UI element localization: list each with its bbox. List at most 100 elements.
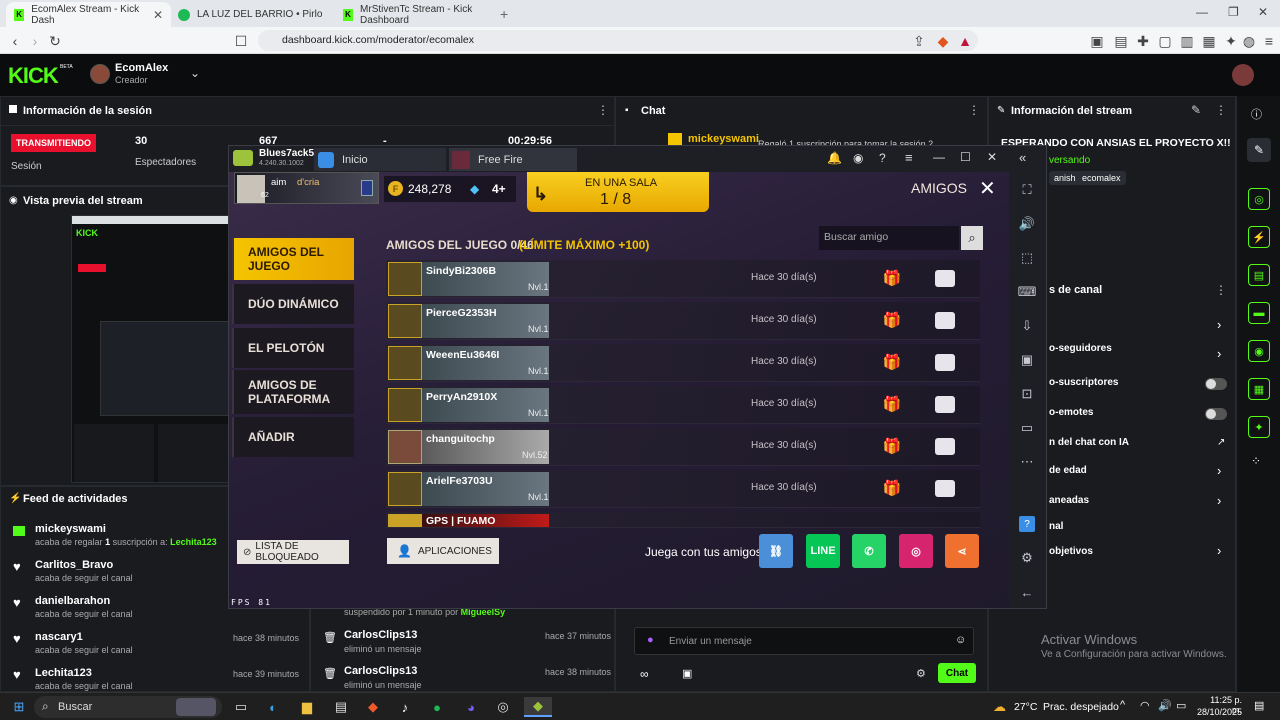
feed-user[interactable]: mickeyswami — [35, 523, 106, 535]
toggle-emotes[interactable] — [1205, 408, 1227, 420]
share-icon[interactable]: ⋖ — [945, 534, 979, 568]
more-icon[interactable]: ⋯ — [1017, 452, 1037, 472]
more-options-icon[interactable]: ⋮ — [597, 103, 609, 117]
log-user[interactable]: CarlosClips13 — [344, 665, 417, 677]
screenshot-icon[interactable]: ⊡ — [1017, 384, 1037, 404]
puzzle-icon[interactable]: ✚ — [1134, 32, 1152, 50]
collapse-sidebar-icon[interactable]: « — [1019, 150, 1026, 165]
install-apk-icon[interactable]: ⇩ — [1017, 316, 1037, 336]
battery-icon[interactable]: ▭ — [1176, 699, 1186, 712]
blocked-list-button[interactable]: ⊘ LISTA DE BLOQUEADO — [237, 540, 349, 564]
stream-preview-video[interactable]: KICK — [71, 215, 232, 483]
close-icon[interactable]: ✕ — [987, 150, 997, 164]
more-options-icon[interactable]: ⋮ — [968, 103, 980, 117]
layout-icon[interactable]: ▦ — [1248, 378, 1270, 400]
chat-bubble-icon[interactable]: ▬ — [1248, 302, 1270, 324]
external-link-icon[interactable]: ↗ — [1217, 437, 1225, 448]
restore-icon[interactable]: ❐ — [1228, 5, 1239, 19]
notification-icon[interactable]: ▤ — [1254, 699, 1264, 712]
mic-icon[interactable]: ● — [647, 634, 654, 646]
friend-row[interactable]: WeeenEu3646I Nvl.1 Hace 30 día(s) 🎁 — [386, 344, 980, 382]
help-icon[interactable]: ? — [879, 151, 886, 165]
wifi-icon[interactable]: ◠ — [1140, 699, 1150, 712]
avatar[interactable] — [90, 64, 110, 84]
account-icon[interactable]: ◉ — [853, 151, 863, 165]
menu-add[interactable]: AÑADIR — [232, 417, 354, 457]
log-user[interactable]: CarlosClips13 — [344, 629, 417, 641]
taskbar-search[interactable]: ⌕ Buscar — [34, 696, 222, 718]
friend-row[interactable]: changuitochp Nvl.52 Hace 30 día(s) 🎁 — [386, 428, 980, 466]
chevron-right-icon[interactable]: › — [1217, 543, 1221, 558]
edge-icon[interactable]: ◐ — [262, 697, 284, 717]
broadcast-icon[interactable]: ◉ — [1248, 340, 1270, 362]
close-icon[interactable]: ✕ — [979, 176, 996, 201]
edit-tool-icon[interactable]: ✎ — [1247, 138, 1271, 162]
gift-icon[interactable]: 🎁 — [883, 353, 902, 371]
chat-icon[interactable] — [935, 270, 955, 287]
forward-icon[interactable]: › — [26, 32, 44, 50]
file-explorer-icon[interactable]: ▆ — [296, 697, 318, 717]
pointer-icon[interactable]: ⬚ — [1017, 248, 1037, 268]
bolt-icon[interactable]: ⚡ — [1248, 226, 1270, 248]
friend-row[interactable]: SindyBi2306B Nvl.1 Hace 30 día(s) 🎁 — [386, 260, 980, 298]
volume-icon[interactable]: 🔊 — [1158, 699, 1172, 712]
fullscreen-icon[interactable]: ⛶ — [1017, 180, 1037, 200]
kick-logo[interactable]: KICK — [8, 63, 59, 89]
extension-icon[interactable]: ▣ — [1088, 32, 1106, 50]
bluestacks-icon[interactable]: ◆ — [524, 697, 552, 717]
feed-user[interactable]: Carlitos_Bravo — [35, 559, 113, 571]
back-icon[interactable]: ‹ — [6, 32, 24, 50]
chat-user[interactable]: mickeyswami — [688, 133, 759, 145]
record-icon[interactable]: ▭ — [1017, 418, 1037, 438]
gift-icon[interactable]: 🎁 — [883, 311, 902, 329]
instagram-share-icon[interactable]: ◎ — [899, 534, 933, 568]
more-options-icon[interactable]: ⋮ — [1215, 283, 1227, 297]
discord-icon[interactable]: ◕ — [460, 697, 482, 717]
url-field[interactable]: dashboard.kick.com/moderator/ecomalex — [258, 30, 978, 51]
emoji-icon[interactable]: ☺ — [955, 634, 966, 646]
gift-icon[interactable]: 🎁 — [883, 479, 902, 497]
profile-banner[interactable]: 62 aim d'cria — [234, 172, 379, 204]
chevron-right-icon[interactable]: › — [1217, 346, 1221, 361]
more-options-icon[interactable]: ⋮ — [1215, 103, 1227, 117]
tab-inicio[interactable]: Inicio — [314, 148, 446, 171]
tab-ecomalex[interactable]: K EcomAlex Stream - Kick Dash ✕ — [6, 2, 171, 27]
chat-input[interactable]: ● Enviar un mensaje ☺ — [634, 627, 974, 655]
gift-icon[interactable]: 🎁 — [883, 269, 902, 287]
store-icon[interactable]: ▣ — [682, 667, 692, 680]
tiktok-icon[interactable]: ♪ — [394, 697, 416, 717]
volume-icon[interactable]: 🔊 — [1017, 214, 1037, 234]
clock-date[interactable]: 28/10/2025 — [1192, 707, 1242, 717]
whatsapp-share-icon[interactable]: ✆ — [852, 534, 886, 568]
edit-icon[interactable]: ✎ — [1191, 103, 1201, 117]
folder-icon[interactable]: ▣ — [1017, 350, 1037, 370]
extension-icon[interactable]: ▤ — [1112, 32, 1130, 50]
apps-button[interactable]: 👤 APLICACIONES — [387, 538, 499, 564]
task-view-icon[interactable]: ▭ — [230, 697, 252, 717]
room-status-button[interactable]: ↳ EN UNA SALA 1 / 8 — [527, 172, 709, 212]
infinity-icon[interactable]: ∞ — [640, 667, 649, 681]
chat-icon[interactable] — [935, 480, 955, 497]
chat-icon[interactable] — [935, 312, 955, 329]
menu-duo[interactable]: DÚO DINÁMICO — [232, 284, 354, 324]
gift-icon[interactable]: 🎁 — [883, 395, 902, 413]
close-window-icon[interactable]: ✕ — [1258, 5, 1268, 19]
menu-icon[interactable]: ≡ — [905, 150, 913, 165]
brave-rewards-icon[interactable]: ▲ — [956, 32, 974, 50]
windows-start-icon[interactable]: ⊞ — [8, 697, 30, 717]
chevron-up-icon[interactable]: ^ — [1120, 699, 1125, 711]
wrench-icon[interactable]: ✦ — [1248, 416, 1270, 438]
gear-icon[interactable]: ⚙ — [1017, 548, 1037, 568]
document-icon[interactable]: ▤ — [1248, 264, 1270, 286]
chevron-right-icon[interactable]: › — [1217, 493, 1221, 508]
minimize-icon[interactable]: — — [1196, 5, 1208, 19]
target-icon[interactable]: ◎ — [1248, 188, 1270, 210]
gift-icon[interactable]: 🎁 — [883, 437, 902, 455]
chevron-right-icon[interactable]: › — [1217, 317, 1221, 332]
chat-icon[interactable] — [935, 438, 955, 455]
feed-user[interactable]: nascary1 — [35, 631, 83, 643]
send-chat-button[interactable]: Chat — [938, 663, 976, 683]
bell-icon[interactable]: 🔔 — [827, 151, 842, 165]
user-avatar[interactable] — [1232, 64, 1254, 86]
menu-platform-friends[interactable]: AMIGOS DE PLATAFORMA — [232, 370, 354, 414]
